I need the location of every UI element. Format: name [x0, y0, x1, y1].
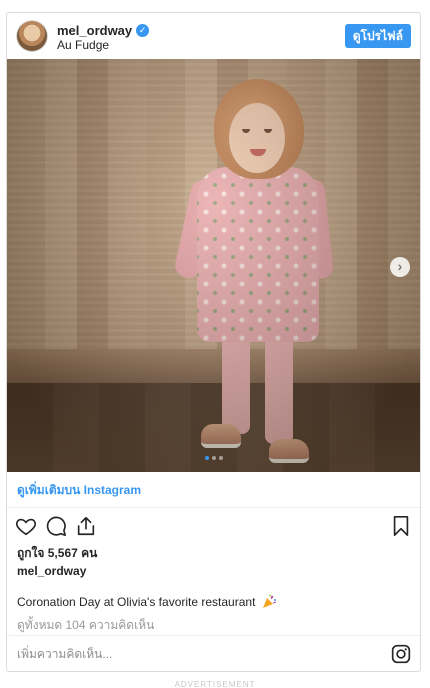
instagram-icon[interactable]	[391, 644, 411, 664]
carousel-dot	[204, 456, 209, 460]
add-comment-input[interactable]	[17, 645, 377, 663]
share-icon[interactable]	[75, 515, 97, 537]
location-link[interactable]: Au Fudge	[57, 38, 109, 52]
view-more-on-instagram-link[interactable]: ดูเพิ่มเติมบน Instagram	[7, 472, 420, 508]
caption: Coronation Day at Olivia's favorite rest…	[17, 594, 277, 610]
view-all-comments-link[interactable]: ดูทั้งหมด 104 ความคิดเห็น	[17, 616, 154, 635]
action-bar	[7, 510, 420, 540]
username-row: mel_ordway ✓	[57, 23, 150, 38]
comment-icon[interactable]	[45, 515, 67, 537]
post-header: mel_ordway ✓ Au Fudge ดูโปรไฟล์	[7, 13, 420, 59]
carousel-dots	[204, 456, 223, 460]
post-photo[interactable]: ›	[7, 59, 420, 472]
carousel-dot	[218, 456, 223, 460]
party-popper-icon	[263, 594, 277, 608]
view-profile-button[interactable]: ดูโปรไฟล์	[344, 24, 411, 48]
chevron-right-icon[interactable]: ›	[390, 257, 410, 277]
avatar[interactable]	[17, 21, 47, 51]
photo-vignette	[7, 59, 420, 472]
instagram-embed-card: mel_ordway ✓ Au Fudge ดูโปรไฟล์ › ดูเพิ่…	[6, 12, 421, 672]
advertisement-label: ADVERTISEMENT	[174, 680, 256, 688]
carousel-dot	[211, 456, 216, 460]
comment-bar	[7, 635, 420, 671]
bookmark-icon[interactable]	[390, 515, 412, 537]
verified-badge-icon: ✓	[136, 24, 150, 37]
caption-text: Coronation Day at Olivia's favorite rest…	[17, 595, 256, 609]
caption-username[interactable]: mel_ordway	[17, 564, 86, 578]
username-link[interactable]: mel_ordway	[57, 23, 132, 38]
heart-icon[interactable]	[15, 515, 37, 537]
likes-count[interactable]: ถูกใจ 5,567 คน	[17, 544, 97, 563]
